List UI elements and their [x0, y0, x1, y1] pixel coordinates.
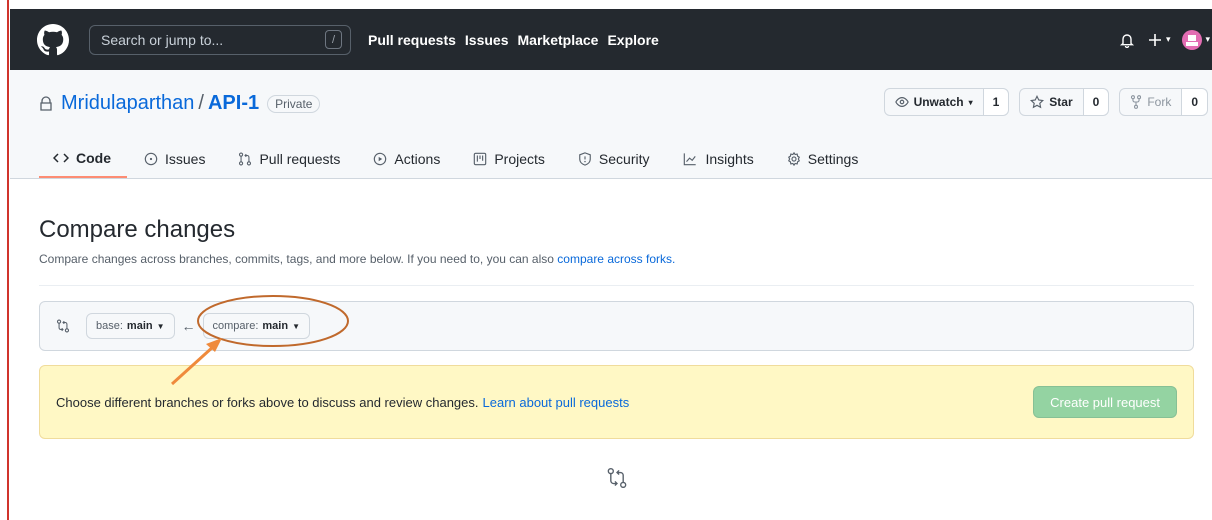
plus-icon [1148, 33, 1161, 46]
graph-icon [684, 153, 697, 166]
tab-security-label: Security [598, 151, 650, 167]
bell-icon[interactable] [1119, 32, 1135, 48]
tab-settings[interactable]: Settings [770, 140, 875, 178]
repo-title: Mridulaparthan / API-1 Private [39, 92, 321, 115]
tab-projects[interactable]: Projects [456, 140, 561, 178]
star-button-group: Star 0 [1019, 88, 1110, 116]
fork-label: Fork [1147, 95, 1172, 109]
tab-actions[interactable]: Actions [356, 140, 456, 178]
flash-text: Choose different branches or forks above… [56, 394, 479, 410]
star-count[interactable]: 0 [1082, 89, 1109, 115]
chevron-down-icon: ▼ [292, 321, 300, 331]
repo-actions: Unwatch ▾ 1 Star 0 Fork 0 [883, 88, 1208, 116]
fork-button-group: Fork 0 [1119, 88, 1208, 116]
repo-tabs: Code Issues Pull requests Actions Projec… [39, 140, 874, 178]
visibility-badge: Private [267, 94, 321, 113]
plus-dropdown-button[interactable]: ▾ [1147, 32, 1171, 48]
nav-pull-requests[interactable]: Pull requests [368, 32, 456, 48]
tab-actions-label: Actions [394, 151, 441, 167]
play-icon [374, 152, 387, 166]
learn-pull-requests-link[interactable]: Learn about pull requests [483, 395, 630, 410]
compare-arrows-icon [607, 467, 626, 489]
star-button[interactable]: Star [1020, 89, 1082, 115]
slash-shortcut-key: / [325, 30, 342, 49]
search-input[interactable]: Search or jump to... / [89, 24, 351, 55]
tab-security[interactable]: Security [561, 140, 666, 178]
compare-prefix: compare: [212, 320, 259, 332]
repo-name-link[interactable]: API-1 [208, 92, 259, 115]
search-placeholder: Search or jump to... [101, 31, 224, 48]
tab-pull-requests[interactable]: Pull requests [221, 140, 356, 178]
nav-issues[interactable]: Issues [465, 32, 509, 48]
global-nav: Pull requests Issues Marketplace Explore [368, 32, 659, 48]
repo-owner-link[interactable]: Mridulaparthan [61, 92, 194, 115]
unwatch-label: Unwatch [913, 95, 964, 109]
blankslate [39, 467, 1194, 489]
compare-arrows-icon [56, 319, 70, 333]
range-editor: base: main ▼ ← compare: main ▼ [39, 301, 1194, 351]
nav-marketplace[interactable]: Marketplace [518, 32, 599, 48]
shield-icon [579, 152, 591, 166]
lock-icon [40, 95, 52, 111]
user-menu-button[interactable]: ▾ [1182, 29, 1210, 50]
project-icon [474, 152, 487, 166]
header-actions: ▾ ▾ [1119, 29, 1212, 50]
fork-count[interactable]: 0 [1181, 89, 1207, 115]
issue-icon [144, 152, 158, 166]
tab-pull-requests-label: Pull requests [259, 151, 341, 167]
info-flash: Choose different branches or forks above… [39, 365, 1194, 439]
gear-icon [787, 152, 800, 166]
tab-projects-label: Projects [494, 151, 545, 167]
star-icon [1030, 95, 1045, 109]
tab-insights-label: Insights [705, 151, 754, 167]
repo-separator: / [198, 92, 204, 114]
tab-code[interactable]: Code [39, 140, 127, 178]
base-branch-select[interactable]: base: main ▼ [86, 313, 175, 339]
arrow-left-icon: ← [181, 318, 196, 334]
tab-issues[interactable]: Issues [127, 140, 221, 178]
compare-content: Compare changes Compare changes across b… [39, 180, 1194, 489]
fork-button[interactable]: Fork [1120, 89, 1181, 115]
base-value: main [126, 320, 153, 332]
create-pull-request-button[interactable]: Create pull request [1033, 386, 1177, 418]
unwatch-button[interactable]: Unwatch ▾ [885, 89, 983, 115]
chevron-down-icon: ▾ [1205, 34, 1210, 44]
github-logo-icon[interactable] [37, 23, 69, 56]
github-app: Search or jump to... / Pull requests Iss… [10, 9, 1212, 520]
fork-icon [1131, 95, 1142, 109]
star-label: Star [1049, 95, 1073, 109]
subtitle-text: Compare changes across branches, commits… [39, 252, 554, 266]
base-prefix: base: [96, 320, 123, 332]
avatar [1182, 29, 1203, 50]
tab-code-label: Code [76, 150, 111, 166]
code-icon [53, 153, 69, 163]
global-header: Search or jump to... / Pull requests Iss… [10, 9, 1212, 70]
tab-issues-label: Issues [165, 151, 206, 167]
tab-settings-label: Settings [807, 151, 859, 167]
chevron-down-icon: ▼ [156, 321, 165, 331]
pull-request-icon [239, 152, 252, 166]
page-subtitle: Compare changes across branches, commits… [39, 252, 1194, 286]
window-edge [0, 0, 9, 520]
watch-button-group: Unwatch ▾ 1 [883, 88, 1010, 116]
compare-across-forks-link[interactable]: compare across forks. [557, 252, 675, 266]
watch-count[interactable]: 1 [982, 89, 1009, 115]
eye-icon [894, 97, 909, 107]
nav-explore[interactable]: Explore [607, 32, 658, 48]
tab-insights[interactable]: Insights [665, 140, 769, 178]
repository-header: Mridulaparthan / API-1 Private Unwatch ▾… [10, 70, 1212, 179]
compare-value: main [262, 320, 289, 332]
chevron-down-icon: ▾ [968, 97, 973, 107]
page-title: Compare changes [39, 216, 236, 243]
chevron-down-icon: ▾ [1165, 34, 1171, 44]
compare-branch-select[interactable]: compare: main ▼ [202, 313, 310, 339]
